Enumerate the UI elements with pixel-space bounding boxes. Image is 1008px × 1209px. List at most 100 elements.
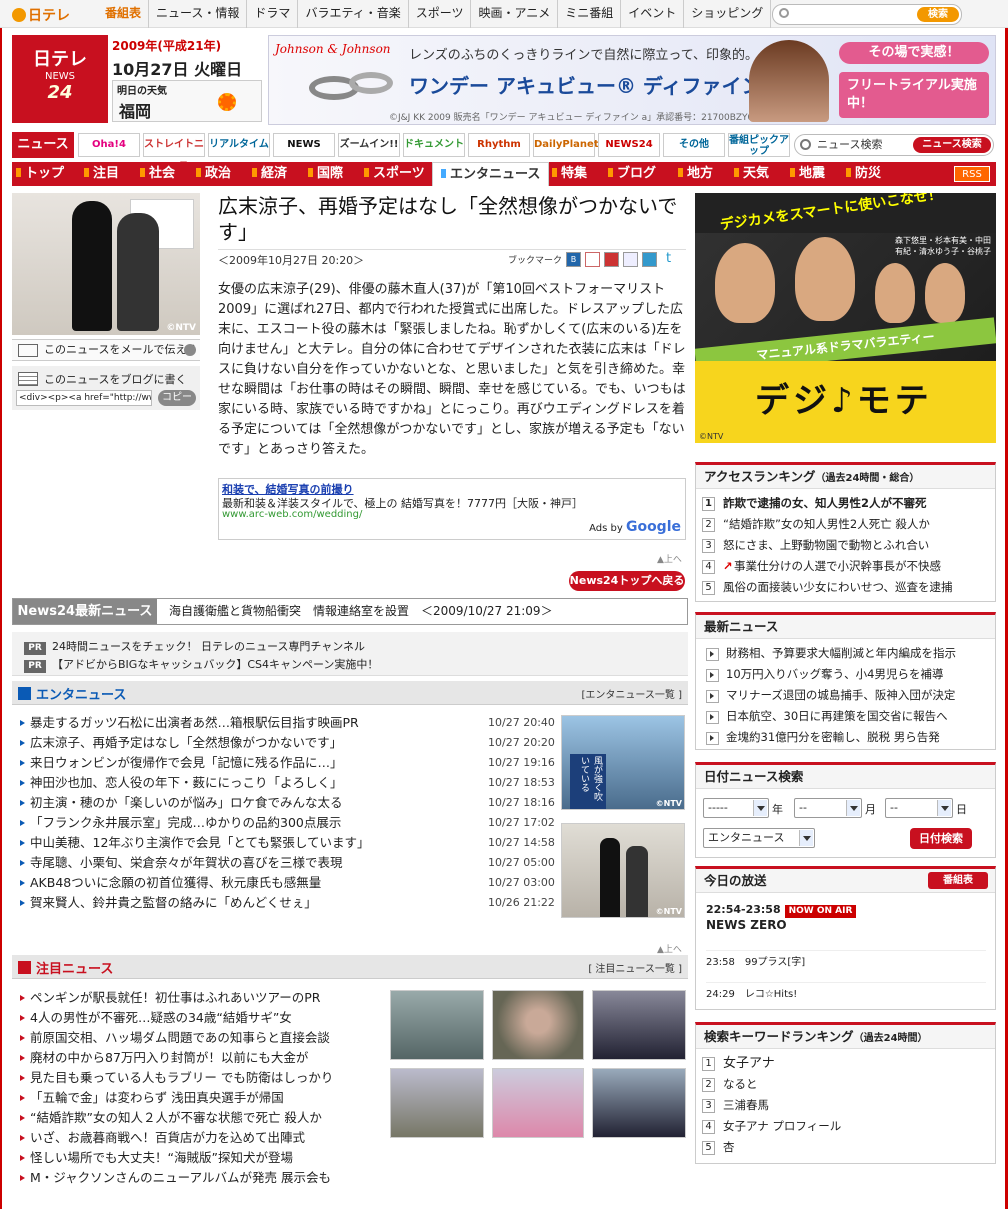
program-tab-dailyplanet[interactable]: DailyPlanet — [533, 133, 599, 157]
cat-keizai[interactable]: 経済 — [252, 162, 287, 186]
chumoku-thumb-press[interactable] — [592, 990, 686, 1060]
list-item[interactable]: 初主演・穂のか「楽しいのが悩み」ロケ食でみんな太る 10/27 18:16 — [20, 793, 555, 813]
news-search-input[interactable]: ニュース検索 ニュース検索 — [794, 134, 994, 156]
year-select[interactable]: ----- — [703, 798, 769, 818]
del-icio-us-icon[interactable] — [642, 252, 657, 267]
news24-logo[interactable]: 日テレ NEWS 24 — [12, 35, 108, 123]
list-item[interactable]: 広末涼子、再婚予定はなし「全然想像がつかないです」 10/27 20:20 — [20, 733, 555, 753]
enta-news-list-link[interactable]: [エンタニュース一覧 ] — [582, 686, 682, 701]
to-top-link[interactable]: ▲上へ — [657, 552, 682, 565]
gnav-item-news[interactable]: ニュース・情報 — [148, 0, 246, 28]
pr-item[interactable]: PR 24時間ニュースをチェック！ 日テレのニュース専門チャンネル — [24, 638, 365, 655]
category-select[interactable]: エンタニュース — [703, 828, 815, 848]
keyword-item[interactable]: 1 女子アナ — [702, 1053, 989, 1074]
global-search-button[interactable]: 検索 — [917, 7, 959, 22]
ranking-text[interactable]: 風俗の面接装い少女にわいせつ、巡査を逮捕 — [723, 580, 953, 594]
news-headline[interactable]: 寺尾聰、小栗旬、栄倉奈々が年賀状の喜びを三様で表現 — [30, 855, 343, 870]
chumoku-thumb-person[interactable] — [492, 990, 584, 1060]
gnav-item-variety[interactable]: バラエティ・音楽 — [297, 0, 407, 28]
program-tab-zoomin[interactable]: ズームイン!! — [338, 133, 400, 157]
cat-seiji[interactable]: 政治 — [196, 162, 231, 186]
news-headline[interactable]: 賀来賢人、鈴井貴之監督の絡みに「めんどくせぇ」 — [30, 895, 317, 910]
enta-thumb-1[interactable]: 風が強く吹いている ©NTV — [561, 715, 685, 810]
list-item[interactable]: “結婚詐欺”女の知人２人が不審な状態で死亡 殺人か — [20, 1108, 333, 1128]
list-item[interactable]: 日本航空、30日に再建策を国交省に報告へ — [704, 706, 987, 727]
ads-by-google[interactable]: Ads by Google — [589, 519, 681, 535]
hatena-bookmark-icon[interactable]: B — [566, 252, 581, 267]
list-item[interactable]: 来日ウォンビンが復帰作で会見「記憶に残る作品に…」 10/27 19:16 — [20, 753, 555, 773]
blog-embed-code-field[interactable]: <div><p><a href="http://ww — [16, 390, 152, 406]
ranking-text[interactable]: 怒にさま、上野動物園で動物とふれ合い — [723, 538, 929, 552]
ranking-text[interactable]: “結婚詐欺”女の知人男性2人死亡 殺人か — [723, 517, 930, 531]
list-item[interactable]: AKB48ついに念願の初首位獲得、秋元康氏も感無量 10/27 03:00 — [20, 873, 555, 893]
livedoor-clip-icon[interactable] — [585, 252, 600, 267]
latest-news-ticker[interactable]: News24最新ニュース 海自護衛艦と貨物船衝突 情報連絡室を設置 ＜2009/… — [12, 598, 688, 625]
news-headline[interactable]: AKB48ついに念願の初首位獲得、秋元康氏も感無量 — [30, 875, 321, 890]
global-search-input[interactable]: 検索 — [772, 4, 962, 25]
back-to-news24-button[interactable]: News24トップへ戻る — [569, 571, 685, 591]
ranking-item[interactable]: 1 詐欺で逮捕の女、知人男性2人が不審死 — [702, 493, 989, 514]
cat-enta[interactable]: エンタニュース — [432, 162, 550, 186]
cat-chiho[interactable]: 地方 — [678, 162, 713, 186]
chumoku-news-list-link[interactable]: [ 注目ニュース一覧 ] — [588, 960, 682, 975]
right-drama-ad[interactable]: デジカメをスマートに使いこなせ！ 森下悠里・杉本有美・中田有紀・清水ゆう子・谷桃… — [695, 193, 996, 443]
program-tab-rhythm[interactable]: Rhythm — [468, 133, 530, 157]
gnav-item-sports[interactable]: スポーツ — [407, 0, 471, 28]
cat-jishin[interactable]: 地震 — [790, 162, 825, 186]
chumoku-thumb-pink-car[interactable] — [492, 1068, 584, 1138]
chumoku-thumb-envelope[interactable] — [390, 1068, 484, 1138]
gnav-item-mini[interactable]: ミニ番組 — [557, 0, 620, 28]
list-item[interactable]: 神田沙也加、恋人役の年下・薮ににっこり「よろしく」 10/27 18:53 — [20, 773, 555, 793]
program-tab-realtime[interactable]: リアルタイム — [208, 133, 270, 157]
to-top-link[interactable]: ▲上へ — [657, 942, 682, 955]
list-item[interactable]: 賀来賢人、鈴井貴之監督の絡みに「めんどくせぇ」 10/26 21:22 — [20, 893, 555, 913]
list-item[interactable]: 財務相、予算要求大幅削減と年内編成を指示 — [704, 643, 987, 664]
list-item[interactable]: いざ、お歳暮商戦へ！百貨店が力を込めて出陣式 — [20, 1128, 333, 1148]
program-tab-other[interactable]: その他 — [663, 133, 725, 157]
chumoku-thumb-skater[interactable] — [592, 1068, 686, 1138]
program-tab-zero[interactable]: NEWS ZERO — [273, 133, 335, 172]
banner-trial-button[interactable]: フリートライアル実施中！ — [839, 72, 989, 118]
broadcast-name[interactable]: 99プラス[字] — [745, 957, 805, 968]
gnav-item-movie[interactable]: 映画・アニメ — [470, 0, 557, 28]
news-search-button[interactable]: ニュース検索 — [913, 137, 991, 153]
ticker-text[interactable]: 海自護衛艦と貨物船衝突 情報連絡室を設置 ＜2009/10/27 21:09＞ — [169, 599, 553, 624]
program-tab-oha4[interactable]: Oha!4 — [78, 133, 140, 157]
list-item[interactable]: 「五輪で金」は変わらず 浅田真央選手が帰国 — [20, 1088, 333, 1108]
date-search-button[interactable]: 日付検索 — [910, 828, 972, 849]
list-item[interactable]: 中山美穂、12年ぶり主演作で会見「とても緊張しています」 10/27 14:58 — [20, 833, 555, 853]
cat-tenki[interactable]: 天気 — [734, 162, 769, 186]
news-headline[interactable]: 中山美穂、12年ぶり主演作で会見「とても緊張しています」 — [30, 835, 370, 850]
month-select[interactable]: -- — [794, 798, 862, 818]
news-headline[interactable]: 広末涼子、再婚予定はなし「全然想像がつかないです」 — [30, 735, 342, 750]
ad-url[interactable]: www.arc-web.com/wedding/ — [222, 509, 362, 520]
day-select[interactable]: -- — [885, 798, 953, 818]
yahoo-bookmark-icon[interactable] — [604, 252, 619, 267]
list-item[interactable]: 怪しい場所でも大丈夫！“海賊版”探知犬が登場 — [20, 1148, 333, 1168]
list-item[interactable]: 4人の男性が不審死…疑惑の34歳“結婚サギ”女 — [20, 1008, 333, 1028]
keyword-text[interactable]: 女子アナ プロフィール — [723, 1119, 841, 1133]
gnav-item-shopping[interactable]: ショッピング — [683, 0, 770, 28]
cat-chumoku[interactable]: 注目 — [84, 162, 119, 186]
ranking-item[interactable]: 3 怒にさま、上野動物園で動物とふれ合い — [702, 535, 989, 556]
cat-kokusai[interactable]: 国際 — [308, 162, 343, 186]
news-headline[interactable]: 「フランク永井展示室」完成…ゆかりの品約300点展示 — [30, 815, 341, 830]
cat-tokushu[interactable]: 特集 — [552, 162, 587, 186]
news-headline[interactable]: 来日ウォンビンが復帰作で会見「記憶に残る作品に…」 — [30, 755, 343, 770]
enta-thumb-2[interactable]: ©NTV — [561, 823, 685, 918]
cat-blog[interactable]: ブログ — [608, 162, 656, 186]
list-item[interactable]: 暴走するガッツ石松に出演者あ然…箱根駅伝目指す映画PR 10/27 20:40 — [20, 713, 555, 733]
program-tab-pickup[interactable]: 番組ピックアップ — [728, 133, 790, 157]
twitter-icon[interactable]: t — [661, 252, 676, 267]
broadcast-item[interactable]: 23:58 99プラス[字] — [706, 950, 986, 968]
cat-bousai[interactable]: 防災 — [846, 162, 881, 186]
pr-item[interactable]: PR 【アドビからBIGなキャッシュバック】CS4キャンペーン実施中！ — [24, 656, 378, 673]
list-item[interactable]: 廃材の中から87万円入り封筒が！以前にも大金が — [20, 1048, 333, 1068]
keyword-item[interactable]: 5杏 — [702, 1137, 989, 1158]
text-ad-box[interactable]: 和装で、結婚写真の前撮り 最新和装＆洋装スタイルで、極上の 結婚写真を！7777… — [218, 478, 686, 540]
chumoku-thumb-penguin[interactable] — [390, 990, 484, 1060]
program-tab-straight[interactable]: ストレイトニュース — [143, 133, 205, 172]
broadcast-name[interactable]: NEWS ZERO — [706, 918, 856, 932]
gnav-item-drama[interactable]: ドラマ — [246, 0, 297, 28]
ntv-logo[interactable]: 日テレ — [12, 5, 70, 25]
